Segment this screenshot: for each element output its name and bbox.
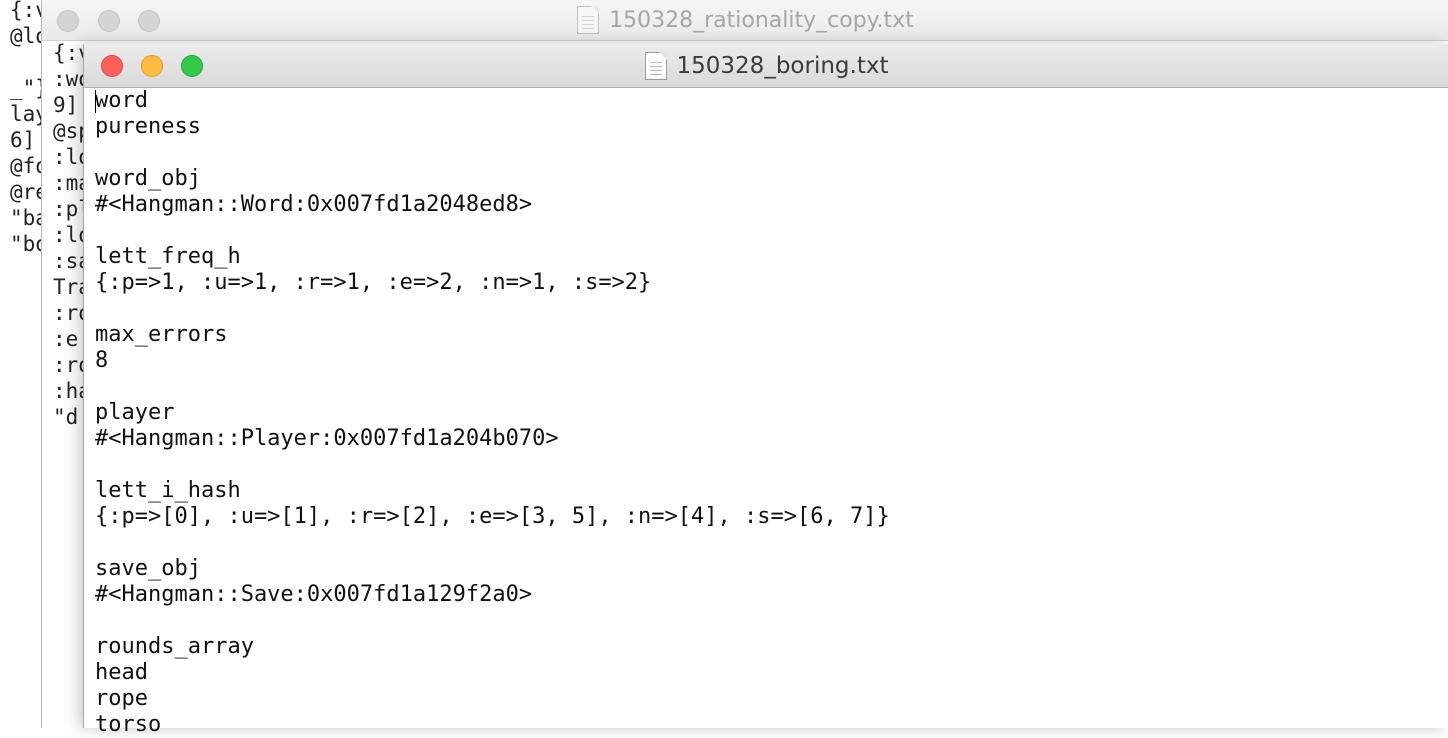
text-line: rounds_array: [95, 634, 254, 659]
inactive-window-title: 150328_rationality_copy.txt: [609, 7, 914, 33]
text-line: [95, 296, 1448, 322]
text-line: [95, 218, 1448, 244]
text-line: lett_i_hash: [95, 478, 241, 503]
text-cursor: [95, 90, 96, 113]
text-line: word_obj: [95, 166, 201, 191]
text-line: #<Hangman::Save:0x007fd1a129f2a0>: [95, 582, 533, 607]
document-icon: [644, 51, 667, 80]
text-line: #<Hangman::Player:0x007fd1a204b070>: [95, 426, 559, 451]
text-line: lett_freq_h: [95, 244, 241, 269]
active-window-titlebar[interactable]: 150328_boring.txt: [84, 44, 1448, 88]
text-line: [95, 374, 1448, 400]
text-line: word: [95, 88, 148, 113]
text-line: save_obj: [95, 556, 201, 581]
active-window-boring[interactable]: 150328_boring.txt word pureness word_obj #<…: [83, 44, 1448, 737]
document-icon: [577, 6, 600, 34]
inactive-window-title-group: 150328_rationality_copy.txt: [42, 0, 1448, 40]
text-line: pureness: [95, 114, 201, 139]
text-line: torso: [95, 712, 162, 737]
text-editor-area[interactable]: word purenessword_obj #<Hangman::Word:0x00…: [84, 88, 1448, 737]
active-window-title-group: 150328_boring.txt: [84, 44, 1448, 87]
text-line: head: [95, 660, 148, 685]
text-line: #<Hangman::Word:0x007fd1a2048ed8>: [95, 192, 533, 217]
active-window-title: 150328_boring.txt: [676, 52, 889, 79]
text-line: {:p=>1, :u=>1, :r=>1, :e=>2, :n=>1, :s=>…: [95, 270, 652, 295]
text-line: max_errors: [95, 322, 228, 347]
text-line: rope: [95, 686, 148, 711]
text-line: [95, 530, 1448, 556]
inactive-window-titlebar[interactable]: 150328_rationality_copy.txt: [42, 0, 1448, 41]
text-line: [95, 452, 1448, 478]
text-line: player: [95, 400, 175, 425]
text-line: [95, 608, 1448, 634]
text-line: [95, 140, 1448, 166]
text-line: {:p=>[0], :u=>[1], :r=>[2], :e=>[3, 5], …: [95, 504, 890, 529]
text-line: 8: [95, 348, 109, 373]
